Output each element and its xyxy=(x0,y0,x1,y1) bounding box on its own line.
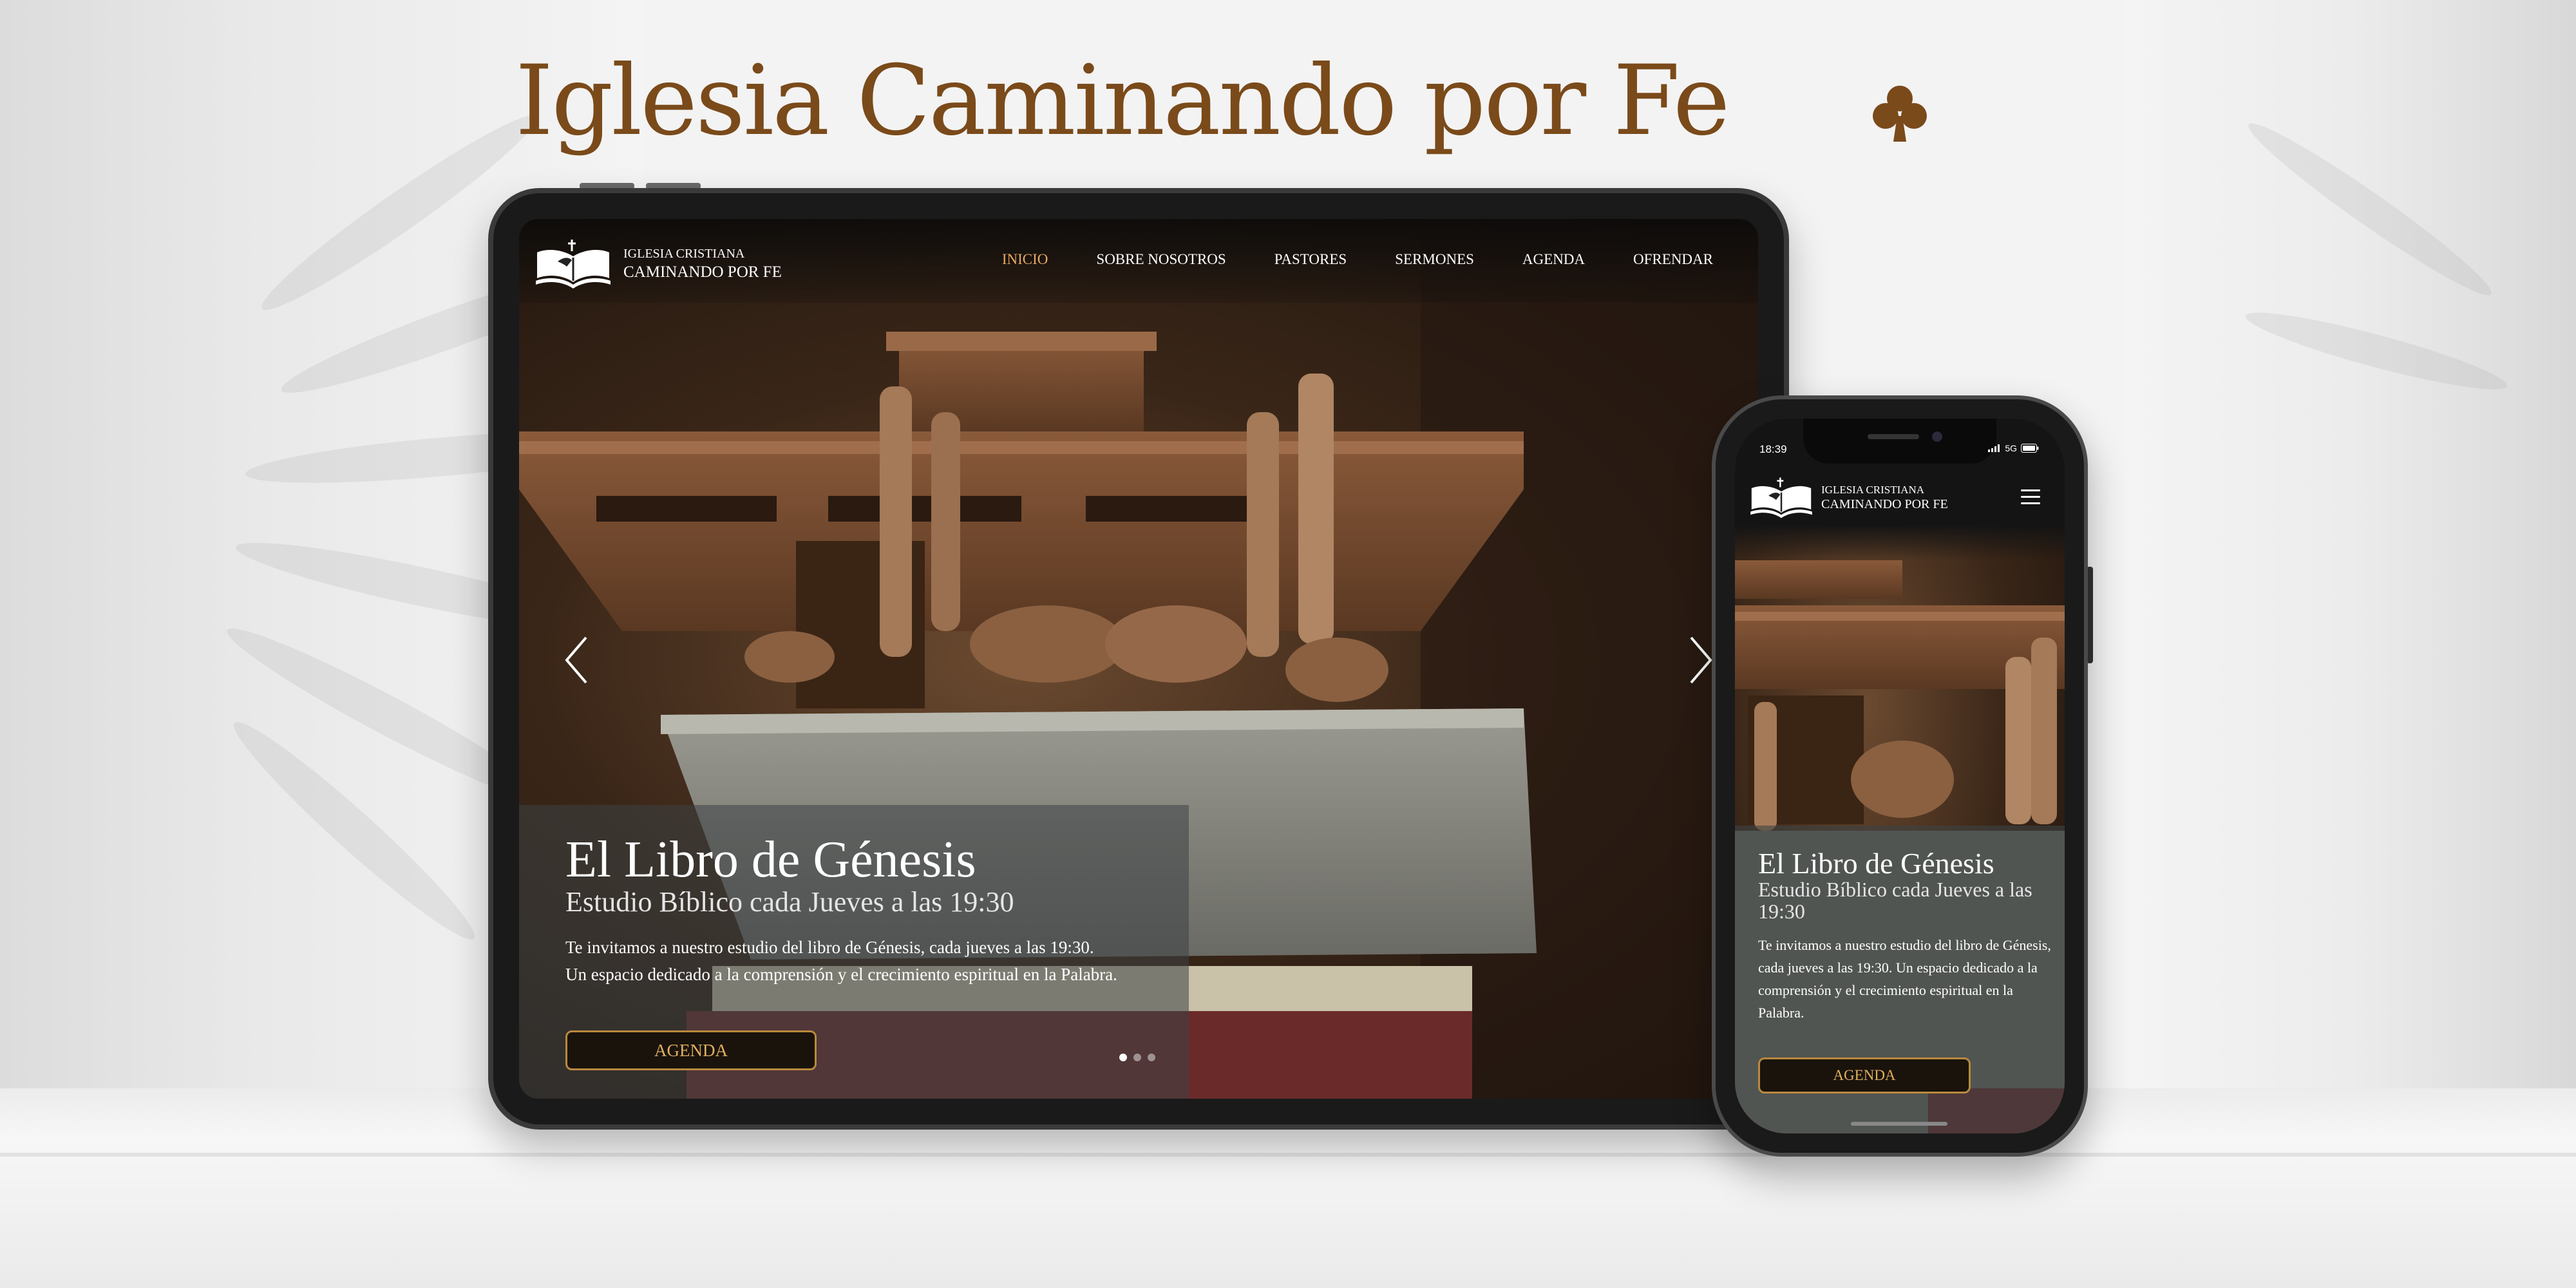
main-nav: INICIO SOBRE NOSOTROS PASTORES SERMONES … xyxy=(954,251,1713,268)
open-book-icon xyxy=(536,240,611,289)
logo-line-1: IGLESIA CRISTIANA xyxy=(623,246,745,261)
nav-item-agenda[interactable]: AGENDA xyxy=(1522,251,1585,268)
site-logo[interactable]: IGLESIA CRISTIANA CAMINANDO POR FE xyxy=(535,238,782,290)
battery-icon xyxy=(2021,444,2039,453)
carousel-prev-arrow-icon[interactable] xyxy=(558,631,596,689)
carousel-dot-2[interactable] xyxy=(1133,1054,1141,1061)
club-icon xyxy=(1873,86,1927,142)
phone-home-indicator xyxy=(1851,1122,1947,1126)
phone-screen: IGLESIA CRISTIANA CAMINANDO POR FE 18:39… xyxy=(1735,419,2065,1133)
phone-notch xyxy=(1803,419,1996,464)
hero-agenda-button[interactable]: AGENDA xyxy=(565,1030,817,1070)
phone-hero-description: Te invitamos a nuestro estudio del libro… xyxy=(1758,934,2054,1024)
phone-hero-agenda-button[interactable]: AGENDA xyxy=(1758,1057,1971,1094)
hero-text-line-2: Un espacio dedicado a la comprensión y e… xyxy=(565,965,1117,984)
nav-item-inicio[interactable]: INICIO xyxy=(1002,251,1048,268)
nav-item-sobre-nosotros[interactable]: SOBRE NOSOTROS xyxy=(1096,251,1226,268)
phone-logo-line-2: CAMINANDO POR FE xyxy=(1821,497,1948,512)
hero-caption: El Libro de Génesis Estudio Bíblico cada… xyxy=(519,805,1189,1099)
carousel-indicators xyxy=(1119,1054,1155,1061)
tablet-screen: IGLESIA CRISTIANA CAMINANDO POR FE INICI… xyxy=(519,219,1758,1099)
hero-description: Te invitamos a nuestro estudio del libro… xyxy=(565,934,1184,988)
phone-hero-title: El Libro de Génesis xyxy=(1758,847,1994,880)
phone-speaker xyxy=(1868,434,1919,439)
nav-item-pastores[interactable]: PASTORES xyxy=(1274,251,1347,268)
open-book-icon xyxy=(1750,477,1812,518)
carousel-dot-1[interactable] xyxy=(1119,1054,1127,1061)
phone-logo-line-1: IGLESIA CRISTIANA xyxy=(1821,483,1925,496)
phone-hero-subtitle: Estudio Bíblico cada Jueves a las 19:30 xyxy=(1758,878,2032,923)
status-time: 18:39 xyxy=(1759,443,1787,455)
logo-line-2: CAMINANDO POR FE xyxy=(623,263,782,281)
page-title: Iglesia Caminando por Fe xyxy=(515,45,1730,157)
tablet-device: IGLESIA CRISTIANA CAMINANDO POR FE INICI… xyxy=(488,188,1789,1130)
nav-item-sermones[interactable]: SERMONES xyxy=(1395,251,1474,268)
phone-device: IGLESIA CRISTIANA CAMINANDO POR FE 18:39… xyxy=(1712,395,2088,1157)
phone-site-logo[interactable]: IGLESIA CRISTIANA CAMINANDO POR FE xyxy=(1749,477,1948,519)
nav-item-ofrendar[interactable]: OFRENDAR xyxy=(1633,251,1713,268)
carousel-dot-3[interactable] xyxy=(1148,1054,1155,1061)
status-icons: 5G xyxy=(1988,443,2039,453)
hero-title: El Libro de Génesis xyxy=(565,831,976,888)
hero-subtitle: Estudio Bíblico cada Jueves a las 19:30 xyxy=(565,886,1014,918)
site-header: IGLESIA CRISTIANA CAMINANDO POR FE INICI… xyxy=(519,219,1758,303)
background-right-shade xyxy=(2125,0,2576,1095)
signal-icon xyxy=(1988,444,2000,452)
phone-hero-caption: El Libro de Génesis Estudio Bíblico cada… xyxy=(1735,826,2065,1133)
hero-text-line-1: Te invitamos a nuestro estudio del libro… xyxy=(565,938,1094,957)
network-label: 5G xyxy=(2005,443,2017,453)
phone-camera xyxy=(1932,431,1942,442)
shelf-edge xyxy=(0,1153,2576,1157)
hamburger-menu-icon[interactable] xyxy=(2021,489,2040,506)
